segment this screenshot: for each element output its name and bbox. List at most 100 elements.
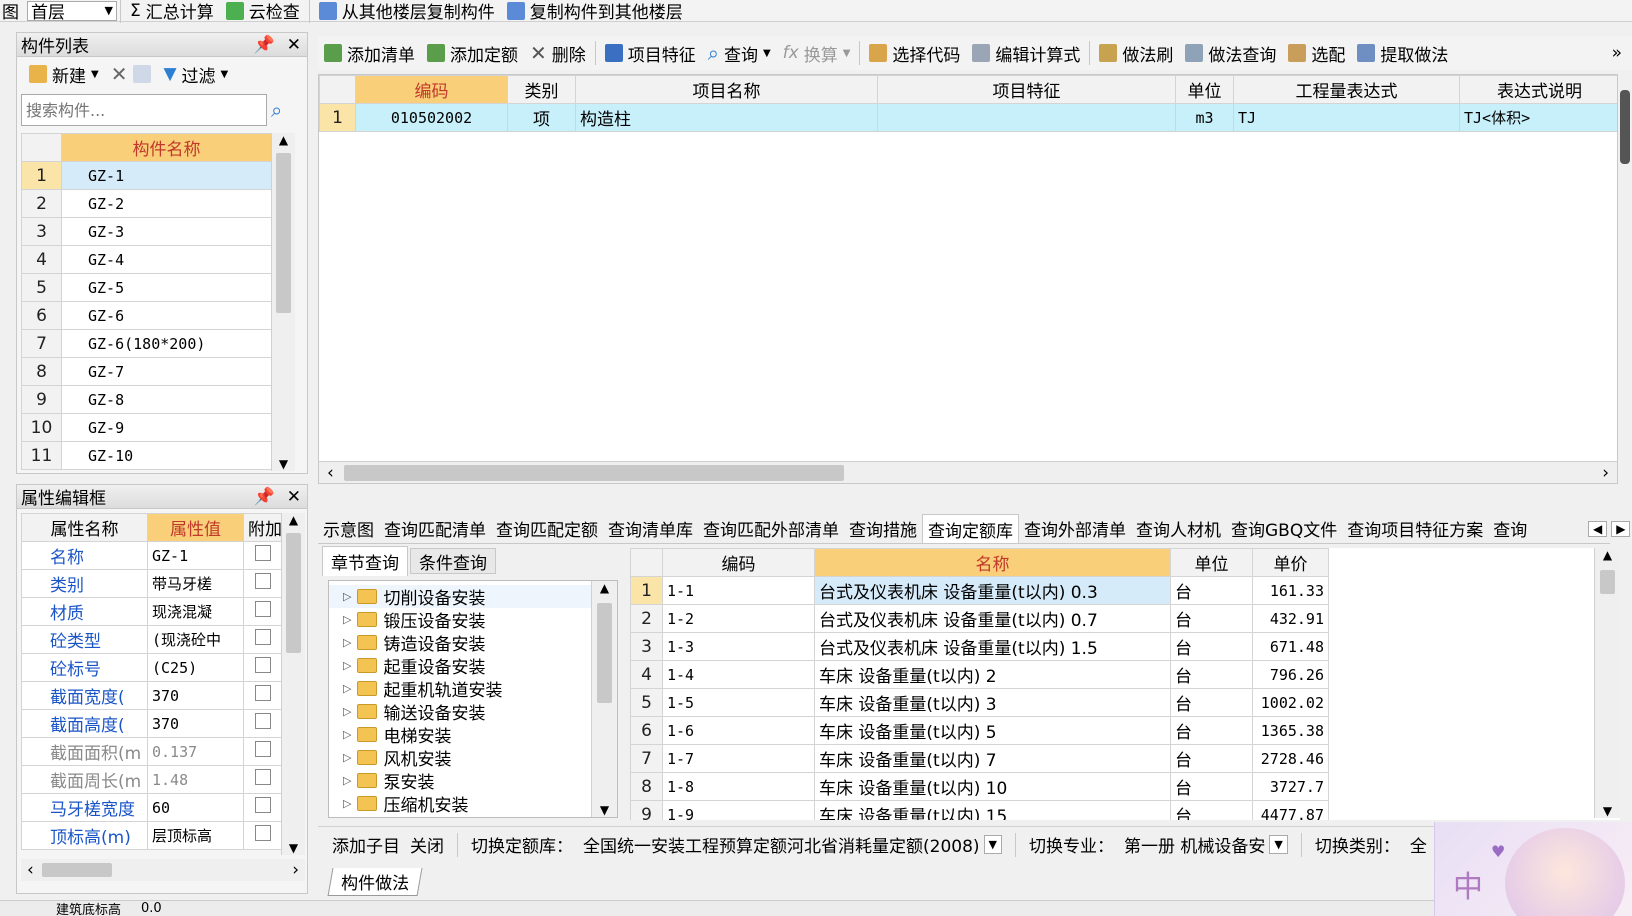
table-row[interactable]: 材质 现浇混凝: [21, 597, 281, 626]
scroll-thumb[interactable]: [286, 533, 301, 653]
search-icon[interactable]: ⌕: [271, 98, 282, 122]
quota-unit-cell[interactable]: 台: [1170, 800, 1253, 820]
quota-code-cell[interactable]: 1-6: [662, 716, 815, 745]
tree-scrollbar[interactable]: ▲ ▼: [591, 581, 617, 817]
tab-query-3[interactable]: 查询清单库: [603, 514, 698, 543]
add-quota-button[interactable]: 添加定额: [421, 36, 524, 70]
table-row[interactable]: 截面面积(m 0.137: [21, 737, 281, 766]
tree-item[interactable]: ▷ 起重设备安装: [329, 654, 617, 678]
search-input[interactable]: [21, 94, 267, 126]
list-item[interactable]: 5 GZ-5: [21, 273, 271, 302]
filter-button[interactable]: ▼ 过滤 ▼: [157, 57, 234, 91]
quota-code-cell[interactable]: 1-7: [662, 744, 815, 773]
bill-desc-cell[interactable]: TJ<体积>: [1459, 103, 1617, 132]
component-list-scrollbar[interactable]: ▲ ▼: [271, 133, 295, 471]
edit-formula-button[interactable]: 编辑计算式: [966, 36, 1086, 70]
list-item[interactable]: 3 GZ-3: [21, 217, 271, 246]
pin-icon[interactable]: 📌: [254, 487, 275, 507]
tree-item[interactable]: ▷ 泵安装: [329, 769, 617, 793]
component-name-cell[interactable]: GZ-10: [61, 441, 271, 470]
tab-scroll-left-icon[interactable]: ◀: [1588, 521, 1608, 537]
quota-name-cell[interactable]: 车床 设备重量(t以内) 10: [814, 772, 1171, 801]
add-bill-button[interactable]: 添加清单: [318, 36, 421, 70]
tab-query-10[interactable]: 查询项目特征方案: [1342, 514, 1488, 543]
attach-checkbox[interactable]: [254, 657, 271, 673]
table-row[interactable]: 砼类型 (现浇砼中: [21, 625, 281, 654]
component-name-cell[interactable]: GZ-1: [61, 161, 271, 190]
bill-expr-cell[interactable]: TJ: [1233, 103, 1460, 132]
tab-query-0[interactable]: 示意图: [318, 514, 379, 543]
quota-scrollbar[interactable]: ▲ ▼: [1594, 548, 1620, 818]
quota-code-cell[interactable]: 1-3: [662, 632, 815, 661]
property-value-cell[interactable]: (C25): [147, 653, 244, 682]
close-button[interactable]: 关闭: [410, 832, 444, 857]
bill-vscroll-indicator[interactable]: [1620, 90, 1630, 164]
quota-price-cell[interactable]: 1002.02: [1252, 688, 1329, 717]
property-value-cell[interactable]: (现浇砼中: [147, 625, 244, 654]
expand-arrow-icon[interactable]: ▷: [343, 774, 351, 787]
table-row[interactable]: 8 1-8 车床 设备重量(t以内) 10 台 3727.7: [630, 772, 1329, 801]
component-name-cell[interactable]: GZ-7: [61, 357, 271, 386]
attach-checkbox[interactable]: [254, 713, 271, 729]
expand-arrow-icon[interactable]: ▷: [343, 682, 351, 695]
table-row[interactable]: 3 1-3 台式及仪表机床 设备重量(t以内) 1.5 台 671.48: [630, 632, 1329, 661]
list-item[interactable]: 4 GZ-4: [21, 245, 271, 274]
quota-unit-cell[interactable]: 台: [1170, 576, 1253, 605]
scroll-thumb[interactable]: [276, 153, 291, 313]
quota-price-cell[interactable]: 1365.38: [1252, 716, 1329, 745]
quota-unit-cell[interactable]: 台: [1170, 604, 1253, 633]
component-name-cell[interactable]: GZ-8: [61, 385, 271, 414]
list-item[interactable]: 6 GZ-6: [21, 301, 271, 330]
tree-item[interactable]: ▷ 风机安装: [329, 746, 617, 770]
attach-checkbox[interactable]: [254, 601, 271, 617]
tab-query-7[interactable]: 查询外部清单: [1019, 514, 1131, 543]
attach-checkbox[interactable]: [254, 825, 271, 841]
scroll-down-icon[interactable]: ▼: [272, 457, 295, 471]
quota-unit-cell[interactable]: 台: [1170, 744, 1253, 773]
table-row[interactable]: 1 1-1 台式及仪表机床 设备重量(t以内) 0.3 台 161.33: [630, 576, 1329, 605]
property-value-cell[interactable]: 0.137: [147, 737, 244, 766]
component-name-cell[interactable]: GZ-9: [61, 413, 271, 442]
quota-name-cell[interactable]: 车床 设备重量(t以内) 7: [814, 744, 1171, 773]
scroll-thumb[interactable]: [1600, 570, 1615, 594]
quota-name-cell[interactable]: 车床 设备重量(t以内) 15: [814, 800, 1171, 820]
expand-arrow-icon[interactable]: ▷: [343, 728, 351, 741]
bill-feature-cell[interactable]: [877, 103, 1176, 132]
tree-item[interactable]: ▷ 锻压设备安装: [329, 608, 617, 632]
delete-button[interactable]: ✕ 删除: [524, 36, 592, 70]
quota-name-cell[interactable]: 车床 设备重量(t以内) 3: [814, 688, 1171, 717]
bill-unit-cell[interactable]: m3: [1175, 103, 1234, 132]
list-item[interactable]: 11 GZ-10: [21, 441, 271, 470]
component-name-cell[interactable]: GZ-4: [61, 245, 271, 274]
table-row[interactable]: 截面宽度(370: [21, 681, 281, 710]
add-child-button[interactable]: 添加子目: [332, 832, 400, 857]
quota-price-cell[interactable]: 796.26: [1252, 660, 1329, 689]
scroll-thumb[interactable]: [597, 603, 612, 703]
tree-item[interactable]: ▷ 压缩机安装: [329, 792, 617, 816]
quota-unit-cell[interactable]: 台: [1170, 660, 1253, 689]
quota-code-cell[interactable]: 1-8: [662, 772, 815, 801]
tree-item[interactable]: ▷ 铸造设备安装: [329, 631, 617, 655]
hscroll-thumb[interactable]: [41, 863, 112, 877]
select-code-button[interactable]: 选择代码: [863, 36, 966, 70]
table-row[interactable]: 7 1-7 车床 设备重量(t以内) 7 台 2728.46: [630, 744, 1329, 773]
tab-query-8[interactable]: 查询人材机: [1131, 514, 1226, 543]
property-value-cell[interactable]: 370: [147, 709, 244, 738]
property-value-cell[interactable]: 1.48: [147, 765, 244, 794]
attach-checkbox[interactable]: [254, 629, 271, 645]
more-icon[interactable]: »: [1612, 43, 1632, 63]
scroll-up-icon[interactable]: ▲: [1595, 548, 1620, 570]
tree-item[interactable]: ▷ 起重机轨道安装: [329, 677, 617, 701]
list-item[interactable]: 1 GZ-1: [21, 161, 271, 190]
attach-checkbox[interactable]: [254, 685, 271, 701]
match-button[interactable]: 选配: [1282, 36, 1351, 70]
tree-item[interactable]: ▷ 切削设备安装: [329, 585, 617, 609]
quota-code-cell[interactable]: 1-9: [662, 800, 815, 820]
quota-unit-cell[interactable]: 台: [1170, 632, 1253, 661]
quota-price-cell[interactable]: 671.48: [1252, 632, 1329, 661]
ime-widget[interactable]: 中 ♥: [1434, 822, 1632, 916]
scroll-left-icon[interactable]: ‹: [27, 860, 34, 880]
component-name-cell[interactable]: GZ-5: [61, 273, 271, 302]
expand-arrow-icon[interactable]: ▷: [343, 797, 351, 810]
method-query-button[interactable]: 做法查询: [1179, 36, 1282, 70]
